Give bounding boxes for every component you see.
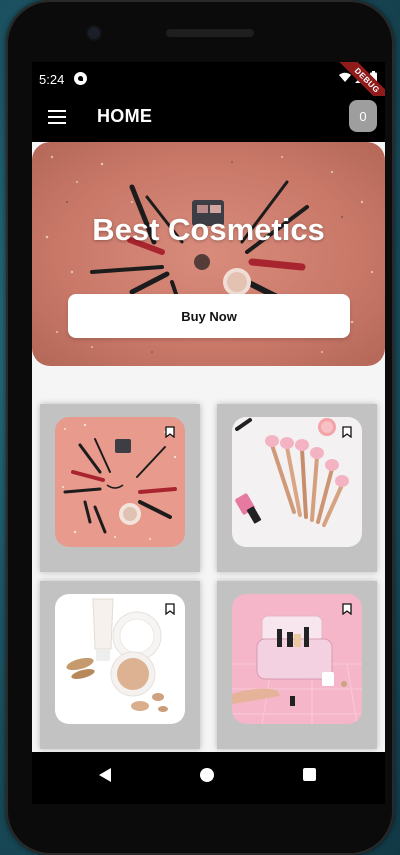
home-icon[interactable] (200, 768, 214, 782)
app-bar: HOME 0 (32, 96, 385, 142)
wifi-icon (339, 72, 351, 82)
bookmark-icon[interactable] (165, 426, 175, 438)
product-card[interactable] (40, 404, 200, 572)
main-content: Best Cosmetics Buy Now (32, 142, 385, 752)
status-bar: 5:24 DEBUG (32, 62, 385, 114)
notification-app-icon (74, 72, 87, 85)
hero-banner: Best Cosmetics Buy Now (32, 142, 385, 366)
product-card[interactable] (217, 404, 377, 572)
product-card[interactable] (40, 581, 200, 749)
buy-now-button[interactable]: Buy Now (68, 294, 350, 338)
app-screen: 5:24 DEBUG HOME 0 Best Cosmetics Buy Now (32, 62, 385, 804)
product-card[interactable] (217, 581, 377, 749)
system-navigation-bar (32, 752, 385, 804)
phone-frame: 5:24 DEBUG HOME 0 Best Cosmetics Buy Now (6, 0, 394, 855)
back-icon[interactable] (98, 768, 112, 782)
bookmark-icon[interactable] (342, 603, 352, 615)
bookmark-icon[interactable] (342, 426, 352, 438)
hero-title: Best Cosmetics (92, 212, 325, 247)
recent-apps-icon[interactable] (303, 768, 316, 781)
earpiece-speaker (166, 29, 254, 37)
status-time: 5:24 (39, 72, 65, 87)
bookmark-icon[interactable] (165, 603, 175, 615)
page-title: HOME (97, 106, 153, 126)
cart-count-badge[interactable]: 0 (349, 100, 377, 132)
front-camera (88, 27, 100, 39)
menu-icon[interactable] (48, 110, 66, 124)
